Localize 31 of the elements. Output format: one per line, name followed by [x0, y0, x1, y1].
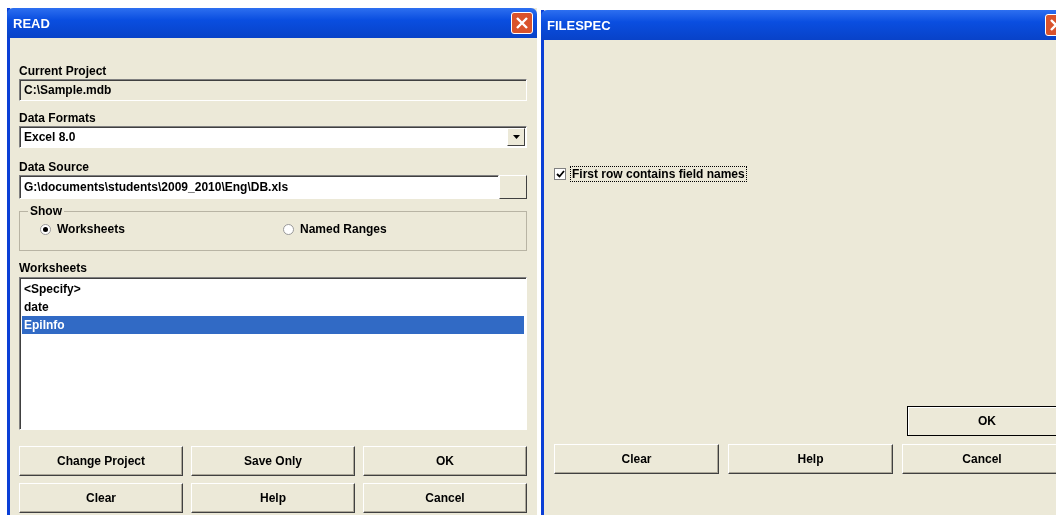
field-label: Data Source	[19, 159, 91, 175]
project-field[interactable]: C:\Sample.mdb	[19, 79, 527, 101]
dialog-button[interactable]: Clear	[554, 444, 719, 474]
dialog-button[interactable]: Help	[728, 444, 893, 474]
list-item[interactable]: EpiInfo	[22, 316, 524, 334]
source-field[interactable]: G:\documents\students\2009_2010\Eng\DB.xls	[19, 175, 499, 199]
dialog-button[interactable]: Cancel	[363, 483, 527, 513]
radio-option[interactable]: Named Ranges	[283, 222, 526, 236]
dialog-button[interactable]: Clear	[19, 483, 183, 513]
list-item[interactable]: date	[22, 298, 524, 316]
close-button[interactable]	[511, 12, 533, 34]
group-label: Show	[28, 204, 64, 218]
format-dropdown[interactable]: Excel 8.0	[19, 126, 527, 148]
window-title: FILESPEC	[547, 17, 611, 33]
field-label: Current Project	[19, 63, 108, 79]
dialog-button[interactable]: Help	[191, 483, 355, 513]
check-icon	[555, 170, 565, 178]
window-title: READ	[13, 15, 50, 31]
dialog-button[interactable]: Change Project	[19, 446, 183, 476]
field-label: Data Formats	[19, 110, 97, 126]
field-label: Worksheets	[19, 260, 88, 276]
dialog-button[interactable]: Save Only	[191, 446, 355, 476]
dialog-button[interactable]: Cancel	[902, 444, 1056, 474]
caret-icon	[512, 135, 520, 139]
list-item[interactable]: <Specify>	[22, 280, 524, 298]
browse-button[interactable]	[499, 175, 527, 199]
checkbox-option[interactable]: First row contains field names	[554, 166, 1056, 182]
ok-button[interactable]: OK	[907, 406, 1056, 436]
close-icon	[516, 17, 528, 29]
radio-option[interactable]: Worksheets	[40, 222, 283, 236]
dialog-button[interactable]: OK	[363, 446, 527, 476]
